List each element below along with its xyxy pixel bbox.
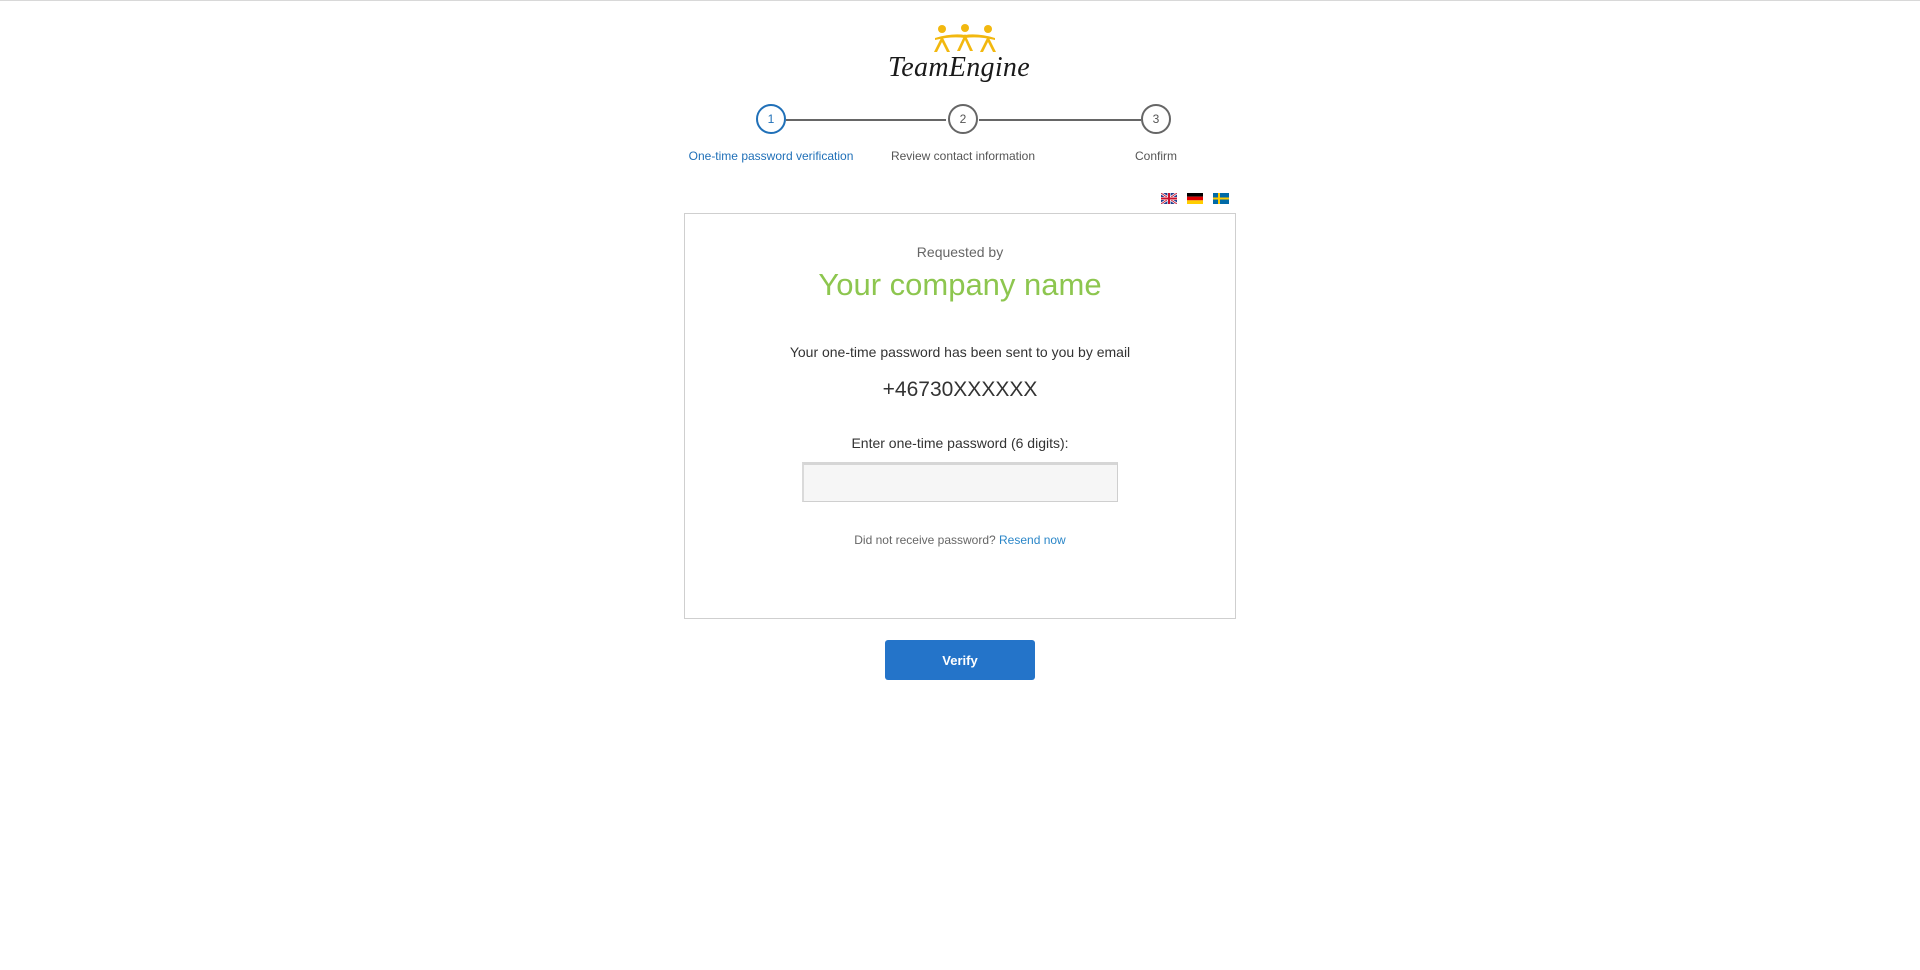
phone-number: +46730XXXXXX — [882, 378, 1038, 401]
swedish-flag-icon[interactable] — [1213, 193, 1229, 204]
logo-text: TeamEngine — [888, 52, 1030, 83]
resend-link[interactable]: Resend now — [999, 533, 1066, 547]
resend-prompt: Did not receive password? — [854, 533, 996, 547]
teamengine-logo: TeamEngine — [880, 24, 1040, 83]
resend-row: Did not receive password? Resend now — [685, 533, 1235, 547]
step-3-circle: 3 — [1141, 104, 1171, 134]
step-2-label: Review contact information — [890, 149, 1036, 163]
progress-stepper: 1 2 3 One-time password verification Rev… — [680, 104, 1180, 164]
verify-button[interactable]: Verify — [885, 640, 1035, 680]
step-connector — [786, 119, 946, 121]
people-logo-icon — [934, 24, 996, 52]
language-selector — [1161, 193, 1229, 204]
uk-flag-icon[interactable] — [1161, 193, 1177, 204]
step-2-circle: 2 — [948, 104, 978, 134]
step-3-label: Confirm — [1134, 149, 1178, 163]
requested-by-label: Requested by — [916, 244, 1004, 260]
german-flag-icon[interactable] — [1187, 193, 1203, 204]
otp-sent-message: Your one-time password has been sent to … — [789, 344, 1131, 360]
step-1-circle: 1 — [756, 104, 786, 134]
step-connector — [979, 119, 1141, 121]
otp-input[interactable] — [802, 462, 1118, 502]
company-name: Your company name — [818, 267, 1102, 302]
top-border — [0, 0, 1920, 1]
otp-card: Requested by Your company name Your one-… — [684, 213, 1236, 619]
step-1-label: One-time password verification — [688, 149, 854, 163]
otp-label: Enter one-time password (6 digits): — [851, 435, 1069, 451]
